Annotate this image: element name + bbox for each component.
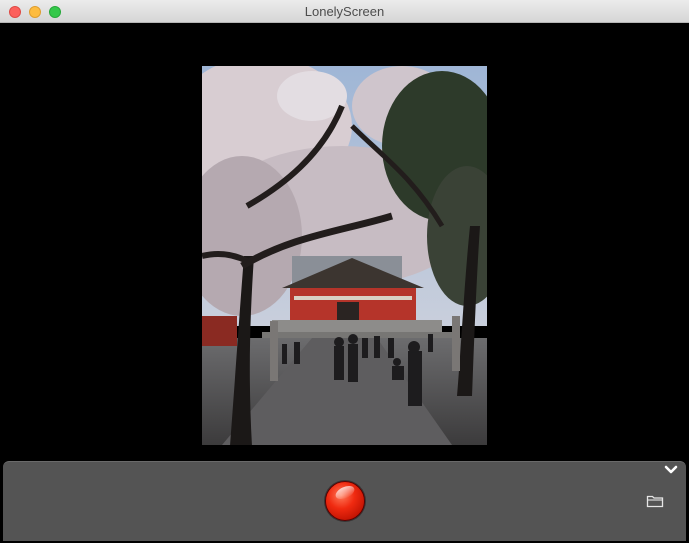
- open-folder-button[interactable]: [646, 493, 664, 509]
- shrine-cherry-blossom-photo: [202, 66, 487, 445]
- folder-icon: [646, 495, 664, 508]
- record-button[interactable]: [325, 481, 365, 521]
- lonelyscreen-window: LonelyScreen: [0, 0, 689, 543]
- record-icon: [333, 483, 357, 502]
- collapse-toolbar-button[interactable]: [663, 463, 679, 477]
- title-bar[interactable]: LonelyScreen: [0, 0, 689, 23]
- mirrored-screen-image: [202, 66, 487, 445]
- control-bar: [3, 461, 686, 541]
- window-title: LonelyScreen: [304, 4, 385, 19]
- chevron-down-icon: [664, 465, 678, 474]
